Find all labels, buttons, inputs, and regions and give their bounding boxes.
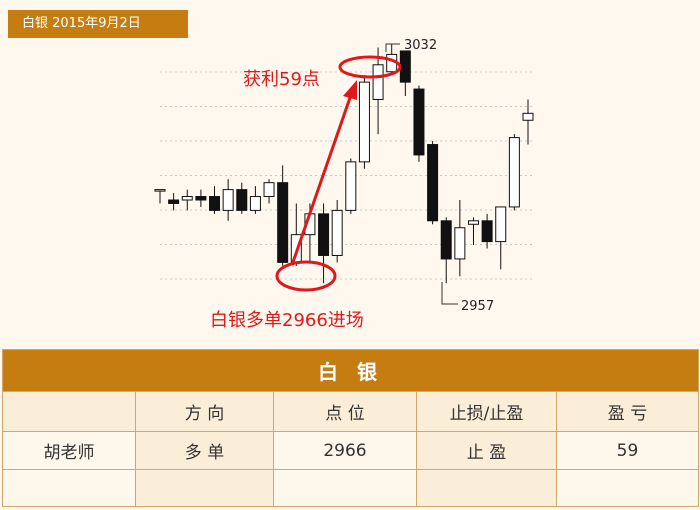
candle-body <box>467 220 479 225</box>
candle <box>481 213 493 249</box>
candle-body <box>209 196 221 211</box>
candle <box>263 179 275 204</box>
candle-body <box>413 88 425 156</box>
candle <box>222 179 234 221</box>
candle-body <box>372 64 384 100</box>
candle-body <box>195 196 207 201</box>
cell-direction: 多 单 <box>135 431 274 470</box>
entry-label: 白银多单2966进场 <box>210 310 364 331</box>
header-direction: 方 向 <box>135 391 274 432</box>
cell-pnl: 59 <box>556 431 699 470</box>
candle <box>318 203 330 284</box>
profit-arrow-head <box>343 80 357 100</box>
table-row: 胡老师 多 单 2966 止 盈 59 <box>2 431 699 470</box>
cell-stop: 止 盈 <box>416 431 557 470</box>
candle-body <box>331 209 343 256</box>
header-name <box>2 391 136 432</box>
profit-label: 获利59点 <box>243 69 320 90</box>
candle-body <box>440 220 452 260</box>
candle-body <box>358 81 370 163</box>
candle-body <box>427 144 439 222</box>
candle <box>467 217 479 246</box>
candle <box>345 158 357 214</box>
candle <box>495 206 507 270</box>
candle <box>399 50 411 96</box>
candle-body <box>154 189 166 192</box>
candle <box>154 189 166 204</box>
table-title: 白 银 <box>2 349 699 392</box>
candle <box>440 217 452 284</box>
candle <box>249 186 261 214</box>
candle-body <box>399 50 411 83</box>
candle <box>427 141 439 225</box>
candle <box>508 134 520 211</box>
cell-teacher: 胡老师 <box>2 431 136 470</box>
candle-body <box>454 227 466 260</box>
table-header-row: 方 向 点 位 止损/止盈 盈 亏 <box>2 391 699 432</box>
candle-body <box>522 112 534 121</box>
candle <box>454 200 466 277</box>
cell-empty <box>2 469 136 507</box>
candle <box>181 189 193 211</box>
header-stop: 止损/止盈 <box>416 391 557 432</box>
table-title-row: 白 银 <box>2 349 699 392</box>
low-leader-line <box>441 282 458 305</box>
candle-body <box>495 206 507 243</box>
low-price-label: 2957 <box>461 299 494 314</box>
cell-empty <box>556 469 699 507</box>
candle-body <box>168 199 180 204</box>
chart-panel: 3032 2957 获利59点 白银多单2966进场 白银 2015年9月2日 <box>0 0 700 346</box>
candle-body <box>249 196 261 211</box>
entry-marker-ellipse <box>275 260 337 292</box>
cell-empty <box>135 469 274 507</box>
candle-body <box>277 182 289 263</box>
high-price-label: 3032 <box>404 38 437 53</box>
candle <box>372 47 384 135</box>
candle <box>358 75 370 169</box>
candle <box>195 189 207 207</box>
candle <box>236 182 248 214</box>
candle-body <box>222 189 234 211</box>
header-pnl: 盈 亏 <box>556 391 699 432</box>
candle-body <box>481 220 493 243</box>
table-row <box>2 469 699 507</box>
candle <box>209 186 221 214</box>
candle <box>413 85 425 162</box>
candle <box>168 193 180 211</box>
header-price: 点 位 <box>273 391 417 432</box>
candlestick-chart: 3032 2957 获利59点 白银多单2966进场 <box>154 38 535 331</box>
trade-table: 白 银 方 向 点 位 止损/止盈 盈 亏 胡老师 多 单 2966 止 盈 5… <box>2 349 699 507</box>
cell-empty <box>416 469 557 507</box>
candle-body <box>318 213 330 256</box>
candle <box>277 165 289 266</box>
candle <box>331 200 343 263</box>
high-leader-line <box>385 43 400 52</box>
candles <box>154 44 534 284</box>
candle-body <box>345 161 357 211</box>
chart-title-tab: 白银 2015年9月2日 <box>8 10 188 38</box>
candle-body <box>181 196 193 201</box>
cell-empty <box>273 469 417 507</box>
candle-body <box>236 189 248 211</box>
candle-body <box>508 137 520 208</box>
candle-body <box>263 182 275 198</box>
cell-price: 2966 <box>273 431 417 470</box>
